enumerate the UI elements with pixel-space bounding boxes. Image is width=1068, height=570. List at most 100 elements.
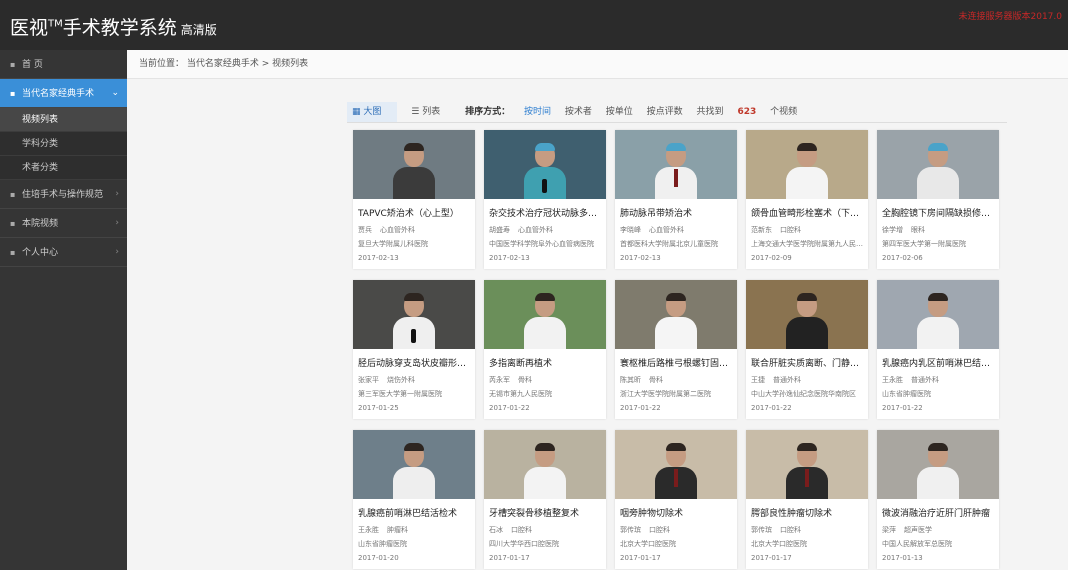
video-info: 杂交技术治疗冠状动脉多支病变胡盛寿心血管外科中国医学科学院阜外心血管病医院 201… (484, 199, 606, 264)
video-card[interactable]: 微波消融治疗近肝门肝肿瘤 梁萍 超声医学 中国人民解放军总医院 2017-01-13 (877, 430, 999, 569)
video-hospital: 无锡市第九人民医院 (489, 390, 552, 398)
chevron-right-icon: › (115, 247, 119, 257)
video-hospital: 北京大学口腔医院 (751, 540, 807, 548)
video-date: 2017-01-17 (751, 554, 792, 562)
video-author: 王永胜 (882, 376, 903, 384)
video-title[interactable]: 多指离断再植术 (489, 357, 601, 371)
video-title[interactable]: 乳腺癌内乳区前哨淋巴结活检术 (882, 357, 994, 371)
video-thumbnail[interactable] (484, 430, 606, 499)
video-meta: 王永胜 普通外科 (882, 374, 994, 386)
sidebar-item-hospital-videos[interactable]: ▪ 本院视频 › (0, 209, 127, 238)
video-author: 胡盛寿 (489, 226, 510, 234)
video-thumbnail[interactable] (877, 430, 999, 499)
sidebar-subitem-discipline[interactable]: 学科分类 (0, 132, 127, 156)
video-title[interactable]: 胫后动脉穿支岛状皮瓣形成术 (358, 357, 470, 371)
video-card[interactable]: 肺动脉吊带矫治术 李晓峰 心血管外科 首都医科大学附属北京儿童医院 2017-02-13 (615, 130, 737, 269)
video-meta: 张家平 烧伤外科 (358, 374, 470, 386)
video-title[interactable]: 杂交技术治疗冠状动脉多支病变 (489, 207, 601, 221)
video-title[interactable]: TAPVC矫治术（心上型） (358, 207, 470, 221)
video-card[interactable]: 乳腺癌内乳区前哨淋巴结活检术王永胜普通外科山东省肿瘤医院 2017-01-22 (877, 280, 999, 419)
video-author: 张家平 (358, 376, 379, 384)
surgeon-body (917, 317, 959, 349)
video-thumbnail[interactable] (615, 280, 737, 349)
video-card[interactable]: 牙槽突裂骨移植整复术 石冰 口腔科 四川大学华西口腔医院 2017-01-17 (484, 430, 606, 569)
video-title[interactable]: 颌骨血管畸形栓塞术（下颌骨） (751, 207, 863, 221)
video-dept: 口腔科 (780, 526, 801, 534)
view-grid-button[interactable]: ▦ 大图 (347, 102, 398, 122)
video-thumbnail[interactable] (353, 130, 475, 199)
video-thumbnail[interactable] (746, 130, 868, 199)
video-hospital: 北京大学口腔医院 (620, 540, 676, 548)
video-icon: ▪ (10, 89, 16, 98)
video-author: 王捷 (751, 376, 765, 384)
surgeon-body (786, 317, 828, 349)
sidebar-item-classic-surgery[interactable]: ▪ 当代名家经典手术 ⌄ (0, 79, 127, 108)
video-thumbnail[interactable] (353, 430, 475, 499)
video-card[interactable]: 腭部良性肿瘤切除术 郭传瑸 口腔科 北京大学口腔医院 2017-01-17 (746, 430, 868, 569)
app-title: 医视TM手术教学系统 高清版 (10, 13, 217, 40)
video-dept: 肿瘤科 (387, 526, 408, 534)
sidebar-subitem-video-list[interactable]: 视频列表 (0, 108, 127, 132)
sort-by-author[interactable]: 按术者 (565, 102, 592, 122)
video-card[interactable]: 胫后动脉穿支岛状皮瓣形成术 张家平 烧伤外科 第三军医大学第一附属医院 2017-01-… (353, 280, 475, 419)
book-icon: ▪ (10, 190, 16, 199)
surgeon-body (524, 317, 566, 349)
video-meta: 芮永军 骨科 (489, 374, 601, 386)
surgeon-body (786, 167, 828, 199)
video-card[interactable]: 乳腺癌前哨淋巴结活检术 王永胜 肿瘤科 山东省肿瘤医院 2017-01-20 (353, 430, 475, 569)
video-thumbnail[interactable] (615, 430, 737, 499)
view-list-button[interactable]: ☰ 列表 (411, 102, 451, 122)
video-info: 乳腺癌前哨淋巴结活检术 王永胜 肿瘤科 山东省肿瘤医院 2017-01-20 (353, 499, 475, 564)
video-author: 范新东 (751, 226, 772, 234)
surgeon-hair (928, 443, 948, 451)
home-icon: ▪ (10, 60, 16, 69)
sidebar-subitem-surgeon[interactable]: 术者分类 (0, 156, 127, 180)
video-hospital: 第三军医大学第一附属医院 (358, 390, 442, 398)
breadcrumb: 当前位置： 当代名家经典手术 > 视频列表 (127, 50, 1068, 79)
video-title[interactable]: 联合肝脏实质离断、门静脉结扎 (751, 357, 863, 371)
video-title[interactable]: 全胸腔镜下房间隔缺损修补术 (882, 207, 994, 221)
microphone (411, 329, 416, 343)
video-dept: 普通外科 (911, 376, 939, 384)
video-card[interactable]: 寰枢椎后路椎弓根螺钉固定术 陈其昕 骨科 浙江大学医学院附属第二医院 2017-01-2… (615, 280, 737, 419)
video-dept: 烧伤外科 (387, 376, 415, 384)
sort-by-time[interactable]: 按时间 (524, 102, 551, 122)
video-meta: 李晓峰 心血管外科 (620, 224, 732, 236)
video-card[interactable]: 杂交技术治疗冠状动脉多支病变胡盛寿心血管外科中国医学科学院阜外心血管病医院 201… (484, 130, 606, 269)
sidebar-item-residency[interactable]: ▪ 住培手术与操作规范 › (0, 180, 127, 209)
surgeon-figure (655, 143, 697, 199)
video-title[interactable]: 牙槽突裂骨移植整复术 (489, 507, 601, 521)
sort-by-unit[interactable]: 按单位 (606, 102, 633, 122)
video-title[interactable]: 咽旁肿物切除术 (620, 507, 732, 521)
sidebar-item-personal[interactable]: ▪ 个人中心 › (0, 238, 127, 267)
video-title[interactable]: 腭部良性肿瘤切除术 (751, 507, 863, 521)
video-card[interactable]: 联合肝脏实质离断、门静脉结扎王捷普通外科中山大学孙逸仙纪念医院华南院区 2017-… (746, 280, 868, 419)
surgeon-figure (917, 293, 959, 349)
sort-by-score[interactable]: 按点评数 (647, 102, 683, 122)
surgeon-figure (917, 443, 959, 499)
video-title[interactable]: 寰枢椎后路椎弓根螺钉固定术 (620, 357, 732, 371)
video-card[interactable]: 颌骨血管畸形栓塞术（下颌骨） 范新东口腔科上海交通大学医学院附属第九人民医院 201… (746, 130, 868, 269)
video-thumbnail[interactable] (484, 280, 606, 349)
video-card[interactable]: 全胸腔镜下房间隔缺损修补术 徐学增 眼科 第四军医大学第一附属医院 2017-02-06 (877, 130, 999, 269)
sidebar-item-home[interactable]: ▪ 首 页 (0, 50, 127, 79)
tie (674, 469, 678, 487)
video-title[interactable]: 微波消融治疗近肝门肝肿瘤 (882, 507, 994, 521)
video-thumbnail[interactable] (877, 280, 999, 349)
video-thumbnail[interactable] (484, 130, 606, 199)
video-meta: 郭传瑸 口腔科 (620, 524, 732, 536)
video-thumbnail[interactable] (877, 130, 999, 199)
video-title[interactable]: 肺动脉吊带矫治术 (620, 207, 732, 221)
video-thumbnail[interactable] (353, 280, 475, 349)
video-card[interactable]: 咽旁肿物切除术 郭传瑸 口腔科 北京大学口腔医院 2017-01-17 (615, 430, 737, 569)
video-card[interactable]: 多指离断再植术 芮永军 骨科 无锡市第九人民医院 2017-01-22 (484, 280, 606, 419)
video-thumbnail[interactable] (615, 130, 737, 199)
view-grid-label: 大图 (363, 107, 382, 117)
surgeon-hair (666, 143, 686, 151)
video-thumbnail[interactable] (746, 280, 868, 349)
video-card[interactable]: TAPVC矫治术（心上型） 贾兵 心血管外科 复旦大学附属儿科医院 2017-02-13 (353, 130, 475, 269)
video-title[interactable]: 乳腺癌前哨淋巴结活检术 (358, 507, 470, 521)
video-thumbnail[interactable] (746, 430, 868, 499)
film-icon: ▪ (10, 219, 16, 228)
breadcrumb-path[interactable]: 当代名家经典手术 > 视频列表 (187, 59, 308, 69)
